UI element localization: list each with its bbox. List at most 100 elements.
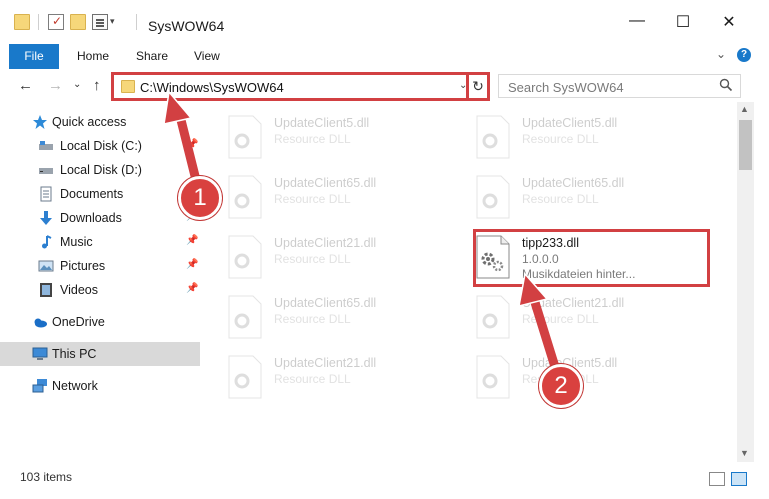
address-bar[interactable]: C:\Windows\SysWOW64 ⌄: [111, 72, 490, 101]
dll-file-icon: [476, 355, 510, 399]
navigation-pane: Quick access Local Disk (C:) 📌 Local Dis…: [0, 102, 200, 462]
file-description: Resource DLL: [522, 132, 599, 146]
scroll-down-icon[interactable]: ▼: [740, 448, 749, 458]
help-icon[interactable]: ?: [737, 48, 751, 62]
sidebar-item-videos[interactable]: Videos 📌: [0, 278, 200, 302]
dll-file-icon: [228, 235, 262, 279]
sidebar-item-label: Documents: [60, 187, 124, 201]
close-button[interactable]: ✕: [706, 12, 752, 42]
file-item[interactable]: UpdateClient21.dll Resource DLL: [200, 350, 400, 402]
divider: [136, 14, 137, 30]
tipp233-highlight-box: [473, 229, 710, 287]
dll-file-icon: [476, 295, 510, 339]
music-icon: [42, 235, 52, 249]
new-folder-icon[interactable]: [70, 14, 86, 30]
large-icons-view-icon[interactable]: [731, 472, 747, 486]
file-item[interactable]: UpdateClient5.dll Resource DLL: [200, 110, 400, 162]
search-box[interactable]: Search SysWOW64: [498, 74, 741, 98]
dll-file-icon: [476, 115, 510, 159]
sidebar-item-network[interactable]: Network: [0, 374, 200, 398]
window-title: SysWOW64: [148, 18, 225, 34]
file-name: UpdateClient65.dll: [274, 296, 377, 310]
ribbon-tabs: File Home Share View ⌄ ?: [0, 42, 769, 69]
cloud-icon: [34, 318, 47, 328]
back-button[interactable]: ←: [18, 77, 33, 94]
step-1-badge: 1: [178, 176, 222, 220]
sidebar-item-documents[interactable]: Documents: [0, 182, 200, 206]
address-path[interactable]: C:\Windows\SysWOW64: [140, 80, 284, 95]
pc-icon: [32, 347, 48, 360]
properties-check-icon[interactable]: [48, 14, 64, 30]
drive-icon: [39, 141, 53, 150]
sidebar-item-local-disk-d[interactable]: Local Disk (D:): [0, 158, 200, 182]
file-description: Resource DLL: [522, 192, 599, 206]
file-description: Resource DLL: [274, 132, 351, 146]
file-description: Resource DLL: [274, 372, 351, 386]
sidebar-item-music[interactable]: Music 📌: [0, 230, 200, 254]
minimize-button[interactable]: —: [614, 12, 660, 42]
network-icon: [32, 379, 47, 393]
file-item[interactable]: UpdateClient21.dll Resource DLL: [448, 290, 648, 342]
sidebar-item-onedrive[interactable]: OneDrive: [0, 310, 200, 334]
scroll-up-icon[interactable]: ▲: [740, 104, 749, 114]
vertical-scrollbar[interactable]: ▲ ▼: [737, 102, 754, 462]
folder-icon: [14, 14, 30, 30]
tab-home[interactable]: Home: [77, 49, 109, 63]
customize-quick-access-icon[interactable]: [92, 14, 108, 30]
sidebar-item-this-pc[interactable]: This PC: [0, 342, 200, 366]
sidebar-item-label: This PC: [52, 347, 97, 361]
dll-file-icon: [228, 355, 262, 399]
search-icon[interactable]: [719, 78, 733, 92]
file-name: UpdateClient65.dll: [522, 176, 625, 190]
sidebar-item-label: Videos: [60, 283, 98, 297]
tab-file[interactable]: File: [9, 44, 59, 69]
sidebar-item-pictures[interactable]: Pictures 📌: [0, 254, 200, 278]
sidebar-item-label: Local Disk (C:): [60, 139, 142, 153]
star-icon: [33, 115, 47, 129]
status-bar: 103 items: [0, 462, 769, 499]
search-input[interactable]: Search SysWOW64: [508, 80, 624, 95]
documents-icon: [40, 186, 52, 202]
dll-file-icon: [228, 175, 262, 219]
sidebar-item-label: Music: [60, 235, 93, 249]
folder-icon: [121, 80, 135, 93]
pin-icon: 📌: [186, 283, 199, 294]
file-item[interactable]: UpdateClient21.dll Resource DLL: [200, 230, 400, 282]
download-icon: [40, 211, 52, 225]
forward-button[interactable]: →: [48, 77, 63, 94]
file-name: UpdateClient21.dll: [522, 296, 625, 310]
refresh-button[interactable]: ↻: [466, 72, 490, 101]
dll-file-icon: [228, 295, 262, 339]
expand-ribbon-icon[interactable]: ⌄: [716, 47, 726, 61]
sidebar-item-downloads[interactable]: Downloads 📌: [0, 206, 200, 230]
divider: [38, 14, 39, 30]
sidebar-item-quick-access[interactable]: Quick access: [0, 110, 200, 134]
pin-icon: 📌: [186, 139, 199, 150]
maximize-button[interactable]: ☐: [660, 12, 706, 42]
up-button[interactable]: ↑: [93, 77, 101, 94]
file-description: Resource DLL: [274, 252, 351, 266]
file-item[interactable]: UpdateClient5.dll Resource DLL: [448, 110, 648, 162]
drive-icon: [39, 168, 53, 174]
scroll-thumb[interactable]: [739, 120, 752, 170]
recent-locations-button[interactable]: ⌄: [73, 79, 81, 90]
details-view-icon[interactable]: [709, 472, 725, 486]
tab-share[interactable]: Share: [136, 49, 168, 63]
tab-view[interactable]: View: [194, 49, 220, 63]
file-description: Resource DLL: [274, 192, 351, 206]
pin-icon: 📌: [186, 259, 199, 270]
file-item[interactable]: UpdateClient65.dll Resource DLL: [448, 170, 648, 222]
file-name: UpdateClient21.dll: [274, 356, 377, 370]
file-name: UpdateClient21.dll: [274, 236, 377, 250]
sidebar-item-label: Network: [52, 379, 98, 393]
sidebar-item-local-disk-c[interactable]: Local Disk (C:) 📌: [0, 134, 200, 158]
file-item[interactable]: UpdateClient65.dll Resource DLL: [200, 170, 400, 222]
sidebar-item-label: Quick access: [52, 115, 127, 129]
file-name: UpdateClient5.dll: [522, 116, 618, 130]
quick-access-dropdown-icon[interactable]: ▾: [110, 16, 115, 27]
sidebar-item-label: OneDrive: [52, 315, 105, 329]
file-name: UpdateClient5.dll: [274, 116, 370, 130]
sidebar-item-label: Pictures: [60, 259, 106, 273]
navigation-bar: ← → ⌄ ↑ C:\Windows\SysWOW64 ⌄ ↻ Search S…: [0, 69, 769, 102]
file-item[interactable]: UpdateClient65.dll Resource DLL: [200, 290, 400, 342]
